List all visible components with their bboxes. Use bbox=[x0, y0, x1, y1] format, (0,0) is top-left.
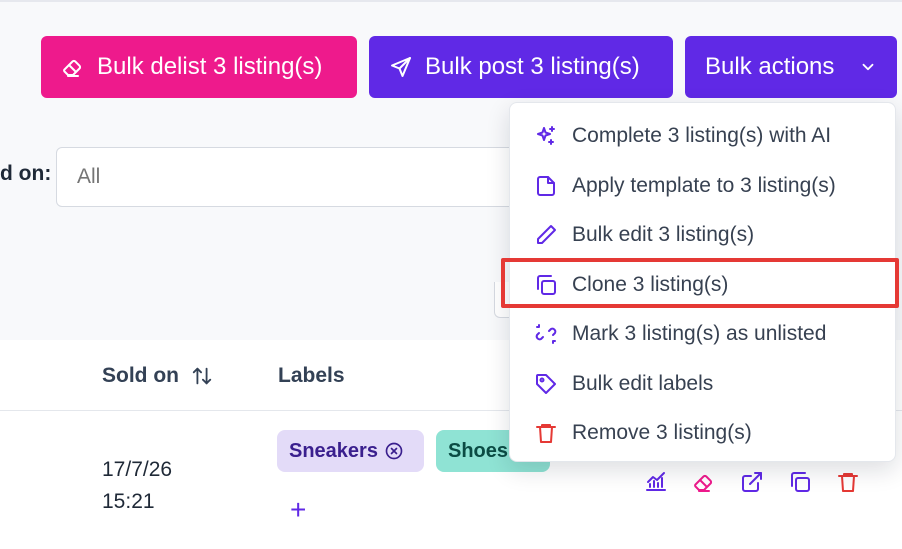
bulk-actions-button[interactable]: Bulk actions bbox=[685, 36, 897, 98]
menu-item-mark-unlisted[interactable]: Mark 3 listing(s) as unlisted bbox=[510, 312, 897, 356]
sold-on-filter-input[interactable] bbox=[56, 147, 526, 207]
highlight-box bbox=[501, 258, 899, 308]
menu-item-remove[interactable]: Remove 3 listing(s) bbox=[510, 411, 897, 455]
bulk-delist-label: Bulk delist 3 listing(s) bbox=[97, 53, 323, 80]
label-tag-text: Shoes bbox=[448, 439, 509, 462]
row-actions bbox=[644, 470, 860, 494]
eraser-icon bbox=[63, 59, 82, 77]
bulk-delist-button[interactable]: Bulk delist 3 listing(s) bbox=[41, 36, 357, 98]
menu-item-apply-template[interactable]: Apply template to 3 listing(s) bbox=[510, 164, 897, 208]
external-link-icon[interactable] bbox=[740, 470, 764, 494]
sold-time: 15:21 bbox=[102, 490, 155, 513]
menu-item-label: Bulk edit labels bbox=[572, 372, 714, 395]
sort-icon[interactable] bbox=[191, 365, 213, 387]
sparkles-icon bbox=[537, 126, 555, 145]
menu-item-label: Remove 3 listing(s) bbox=[572, 421, 752, 444]
copy-icon[interactable] bbox=[788, 470, 812, 494]
menu-item-bulk-edit[interactable]: Bulk edit 3 listing(s) bbox=[510, 213, 897, 257]
menu-item-complete-with-ai[interactable]: Complete 3 listing(s) with AI bbox=[510, 114, 897, 158]
column-header-sold-on-label: Sold on bbox=[102, 364, 179, 387]
column-header-labels: Labels bbox=[278, 364, 345, 388]
sold-on-cell: 17/7/26 15:21 bbox=[102, 454, 172, 518]
trash-icon[interactable] bbox=[836, 470, 860, 494]
bulk-post-label: Bulk post 3 listing(s) bbox=[425, 53, 640, 80]
sold-on-filter-label: d on: bbox=[0, 162, 52, 185]
menu-item-label: Mark 3 listing(s) as unlisted bbox=[572, 322, 827, 345]
column-header-labels-label: Labels bbox=[278, 364, 345, 387]
menu-item-bulk-edit-labels[interactable]: Bulk edit labels bbox=[510, 362, 897, 406]
sold-date: 17/7/26 bbox=[102, 458, 173, 481]
eraser-icon[interactable] bbox=[692, 470, 716, 494]
chevron-down-icon bbox=[862, 63, 874, 71]
send-icon bbox=[391, 57, 411, 77]
broken-link-icon bbox=[535, 324, 557, 344]
top-divider bbox=[0, 0, 902, 2]
analytics-icon[interactable] bbox=[644, 470, 668, 494]
trash-icon bbox=[536, 424, 556, 443]
column-header-sold-on[interactable]: Sold on bbox=[102, 364, 213, 388]
document-icon bbox=[537, 176, 555, 196]
pencil-icon bbox=[537, 225, 556, 244]
menu-item-label: Apply template to 3 listing(s) bbox=[572, 174, 836, 197]
label-tag-sneakers: Sneakers bbox=[277, 430, 424, 472]
menu-item-label: Complete 3 listing(s) with AI bbox=[572, 124, 832, 147]
tag-icon bbox=[536, 374, 556, 394]
add-label-button[interactable]: + bbox=[290, 492, 306, 528]
remove-tag-icon[interactable] bbox=[384, 441, 404, 461]
label-tag-text: Sneakers bbox=[289, 439, 378, 462]
bulk-actions-label: Bulk actions bbox=[705, 53, 835, 80]
menu-item-label: Bulk edit 3 listing(s) bbox=[572, 223, 755, 246]
bulk-post-button[interactable]: Bulk post 3 listing(s) bbox=[369, 36, 673, 98]
